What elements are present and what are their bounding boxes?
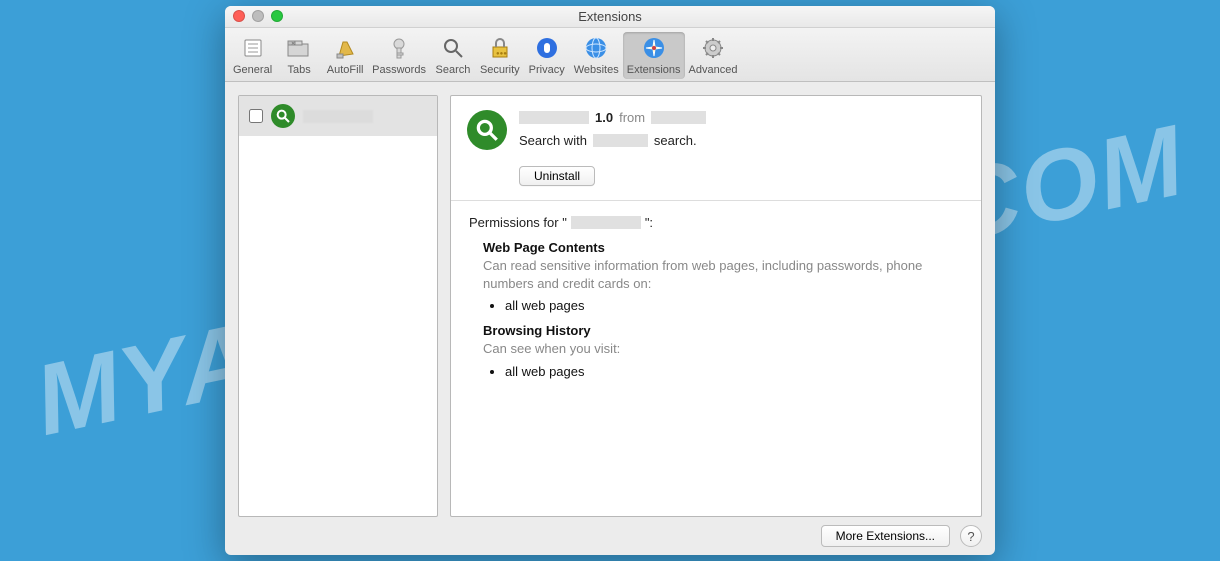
extensions-sidebar <box>238 95 438 517</box>
search-icon <box>439 34 467 62</box>
permission-list: all web pages <box>505 298 963 313</box>
uninstall-button[interactable]: Uninstall <box>519 166 595 186</box>
footer-row: More Extensions... ? <box>238 517 982 547</box>
key-icon <box>385 34 413 62</box>
permission-heading: Browsing History <box>483 323 963 338</box>
desc-suffix: search. <box>654 133 697 148</box>
toolbar-privacy[interactable]: Privacy <box>524 32 570 79</box>
permission-item: all web pages <box>505 364 963 379</box>
extension-name-redacted <box>303 110 373 123</box>
extension-enable-checkbox[interactable] <box>249 109 263 123</box>
svg-text:✕: ✕ <box>291 41 295 47</box>
toolbar-search-label: Search <box>436 64 471 76</box>
general-icon <box>239 34 267 62</box>
toolbar-autofill-label: AutoFill <box>327 64 364 76</box>
permission-text: Can read sensitive information from web … <box>483 257 963 292</box>
permissions-suffix: ": <box>645 215 653 230</box>
permissions-prefix: Permissions for " <box>469 215 567 230</box>
more-extensions-button[interactable]: More Extensions... <box>821 525 950 547</box>
toolbar-autofill[interactable]: AutoFill <box>322 32 368 79</box>
tabs-icon: ✕ <box>285 34 313 62</box>
detail-head: 1.0 from Search with search. Uninstall <box>519 110 965 186</box>
titlebar: Extensions <box>225 6 995 28</box>
permissions-title: Permissions for " ": <box>469 215 963 230</box>
toolbar-general-label: General <box>233 64 272 76</box>
globe-icon <box>582 34 610 62</box>
permission-heading: Web Page Contents <box>483 240 963 255</box>
traffic-lights <box>233 10 283 22</box>
toolbar-passwords-label: Passwords <box>372 64 426 76</box>
gear-icon <box>699 34 727 62</box>
desc-prefix: Search with <box>519 133 587 148</box>
toolbar-security-label: Security <box>480 64 520 76</box>
extension-icon <box>271 104 295 128</box>
panes: 1.0 from Search with search. Uninstall <box>238 95 982 517</box>
toolbar-websites[interactable]: Websites <box>570 32 623 79</box>
svg-text:●●●: ●●● <box>496 51 507 57</box>
permission-list: all web pages <box>505 364 963 379</box>
permission-block-history: Browsing History Can see when you visit:… <box>483 323 963 379</box>
extension-name-redacted <box>519 111 589 124</box>
extension-version: 1.0 <box>595 110 613 125</box>
detail-header: 1.0 from Search with search. Uninstall <box>451 96 981 201</box>
permission-item: all web pages <box>505 298 963 313</box>
toolbar-tabs-label: Tabs <box>288 64 311 76</box>
window-title: Extensions <box>578 9 642 24</box>
extension-list-item[interactable] <box>239 96 437 136</box>
toolbar-general[interactable]: General <box>229 32 276 79</box>
body-area: 1.0 from Search with search. Uninstall <box>225 82 995 555</box>
search-provider-redacted <box>593 134 648 147</box>
toolbar-privacy-label: Privacy <box>529 64 565 76</box>
zoom-icon[interactable] <box>271 10 283 22</box>
privacy-icon <box>533 34 561 62</box>
extension-icon <box>467 110 507 150</box>
toolbar-tabs[interactable]: ✕ Tabs <box>276 32 322 79</box>
detail-description: Search with search. <box>519 133 965 148</box>
toolbar-passwords[interactable]: Passwords <box>368 32 430 79</box>
preferences-window: Extensions General ✕ Tabs AutoFill Passw <box>225 6 995 555</box>
extension-name-redacted <box>571 216 641 229</box>
permission-block-contents: Web Page Contents Can read sensitive inf… <box>483 240 963 313</box>
prefs-toolbar: General ✕ Tabs AutoFill Passwords Search <box>225 28 995 82</box>
permission-text: Can see when you visit: <box>483 340 963 358</box>
close-icon[interactable] <box>233 10 245 22</box>
toolbar-search[interactable]: Search <box>430 32 476 79</box>
lock-icon: ●●● <box>486 34 514 62</box>
help-button[interactable]: ? <box>960 525 982 547</box>
toolbar-security[interactable]: ●●● Security <box>476 32 524 79</box>
toolbar-extensions-label: Extensions <box>627 64 681 76</box>
autofill-icon <box>331 34 359 62</box>
toolbar-advanced-label: Advanced <box>689 64 738 76</box>
extension-detail-panel: 1.0 from Search with search. Uninstall <box>450 95 982 517</box>
from-label: from <box>619 110 645 125</box>
extensions-icon <box>640 34 668 62</box>
toolbar-websites-label: Websites <box>574 64 619 76</box>
detail-title-row: 1.0 from <box>519 110 965 125</box>
minimize-icon[interactable] <box>252 10 264 22</box>
toolbar-advanced[interactable]: Advanced <box>685 32 742 79</box>
permissions-section: Permissions for " ": Web Page Contents C… <box>451 201 981 393</box>
extension-author-redacted <box>651 111 706 124</box>
toolbar-extensions[interactable]: Extensions <box>623 32 685 79</box>
